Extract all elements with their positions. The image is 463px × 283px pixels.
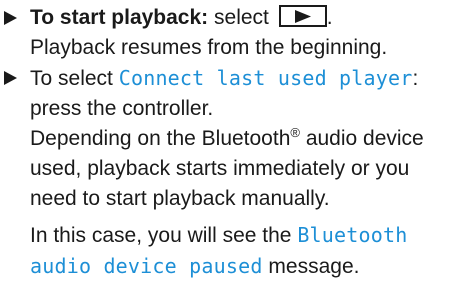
case-line2: audio device paused message. [30,251,459,282]
to-select-text: To select [30,67,113,90]
bluetooth-note-line3: need to start playback manually. [30,187,330,210]
step-start-playback: To start playback: select . Playback res… [0,3,463,63]
step-connect-player: To select Connect last used player: pres… [0,63,463,282]
case-prefix-text: In this case, you will see the [30,224,292,247]
step-start-playback-line: To start playback: select . [30,3,459,33]
press-controller-text: press the controller. [30,97,214,120]
bluetooth-message-part1: Bluetooth [297,223,408,247]
registered-mark: ® [290,125,300,140]
instruction-page: To start playback: select . Playback res… [0,0,463,283]
bluetooth-message-part2: audio device paused [30,254,263,278]
bluetooth-note-part1: Depending on the Bluetooth [30,127,291,150]
colon-text: : [412,67,419,90]
bluetooth-note-line2: used, playback starts immediately or you [30,157,410,180]
connect-last-used-player-menu-item: Connect last used player [118,66,413,90]
period-text: . [326,6,333,29]
playback-result-text: Playback resumes from the beginning. [30,36,388,59]
case-line1: In this case, you will see the Bluetooth [30,220,459,251]
step-start-playback-label: To start playback: [30,6,209,29]
bluetooth-note-line1: Depending on the Bluetooth® audio device [30,124,459,154]
bullet-arrow-icon [4,63,20,93]
bullet-arrow-icon [4,3,20,33]
message-suffix-text: message. [262,255,360,278]
select-text: select [214,6,269,29]
play-key-icon [278,5,327,27]
step-connect-player-line: To select Connect last used player: [30,63,459,94]
bluetooth-note-part2: audio device [299,127,424,150]
